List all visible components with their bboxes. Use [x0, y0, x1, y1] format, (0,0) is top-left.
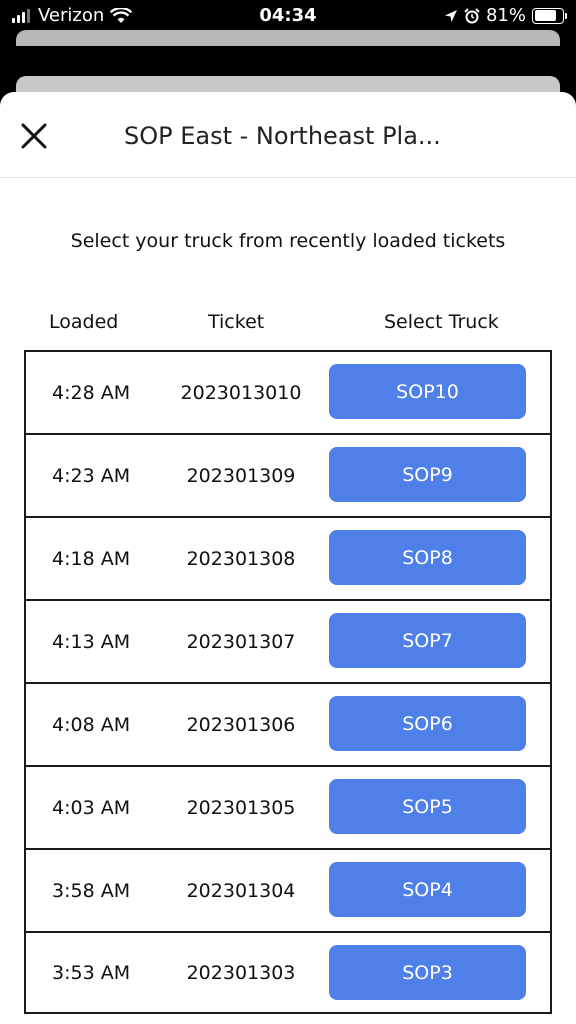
column-header-select-truck: Select Truck: [384, 311, 499, 333]
select-truck-button[interactable]: SOP5: [329, 779, 526, 834]
instruction-text: Select your truck from recently loaded t…: [70, 230, 506, 252]
loaded-time: 4:03 AM: [52, 796, 131, 819]
table-row: 4:03 AM 202301305 SOP5: [24, 765, 552, 848]
ticket-number: 2023013010: [180, 381, 302, 404]
alarm-clock-icon: [464, 7, 480, 23]
select-truck-button[interactable]: SOP8: [329, 530, 526, 585]
status-right: 81%: [444, 5, 567, 26]
table-row: 3:58 AM 202301304 SOP4: [24, 848, 552, 931]
loaded-time: 4:08 AM: [52, 713, 131, 736]
ticket-number: 202301308: [186, 547, 296, 570]
ticket-number: 202301306: [186, 713, 296, 736]
select-truck-button[interactable]: SOP7: [329, 613, 526, 668]
column-header-ticket: Ticket: [208, 311, 265, 333]
close-icon: [21, 123, 47, 149]
column-header-loaded: Loaded: [49, 311, 119, 333]
page-title: SOP East - Northeast Pla...: [124, 122, 441, 150]
close-button[interactable]: [14, 116, 54, 156]
table-row: 3:53 AM 202301303 SOP3: [24, 931, 552, 1014]
battery-percent: 81%: [485, 5, 526, 26]
ticket-number: 202301309: [186, 464, 296, 487]
modal-header: SOP East - Northeast Pla...: [0, 92, 576, 178]
table-row: 4:23 AM 202301309 SOP9: [24, 433, 552, 516]
battery-icon: [532, 7, 567, 24]
background-sheet: [16, 30, 560, 46]
ticket-number: 202301305: [186, 796, 296, 819]
select-truck-button[interactable]: SOP3: [329, 945, 526, 1000]
loaded-time: 3:58 AM: [52, 879, 131, 902]
ticket-number: 202301303: [186, 961, 296, 984]
ticket-number: 202301307: [186, 630, 296, 653]
loaded-time: 4:28 AM: [52, 381, 131, 404]
loaded-time: 3:53 AM: [52, 961, 131, 984]
status-bar: Verizon 04:34 81%: [0, 0, 576, 32]
loaded-time: 4:23 AM: [52, 464, 131, 487]
table-row: 4:18 AM 202301308 SOP8: [24, 516, 552, 599]
select-truck-button[interactable]: SOP9: [329, 447, 526, 502]
truck-select-modal: SOP East - Northeast Pla... Select your …: [0, 92, 576, 1024]
table-row: 4:13 AM 202301307 SOP7: [24, 599, 552, 682]
table-row: 4:08 AM 202301306 SOP6: [24, 682, 552, 765]
ticket-number: 202301304: [186, 879, 296, 902]
loaded-time: 4:13 AM: [52, 630, 131, 653]
tickets-table: 4:28 AM 2023013010 SOP10 4:23 AM 2023013…: [24, 350, 552, 1014]
select-truck-button[interactable]: SOP10: [329, 364, 526, 419]
loaded-time: 4:18 AM: [52, 547, 131, 570]
location-arrow-icon: [444, 9, 457, 22]
select-truck-button[interactable]: SOP6: [329, 696, 526, 751]
table-row: 4:28 AM 2023013010 SOP10: [24, 350, 552, 433]
select-truck-button[interactable]: SOP4: [329, 862, 526, 917]
